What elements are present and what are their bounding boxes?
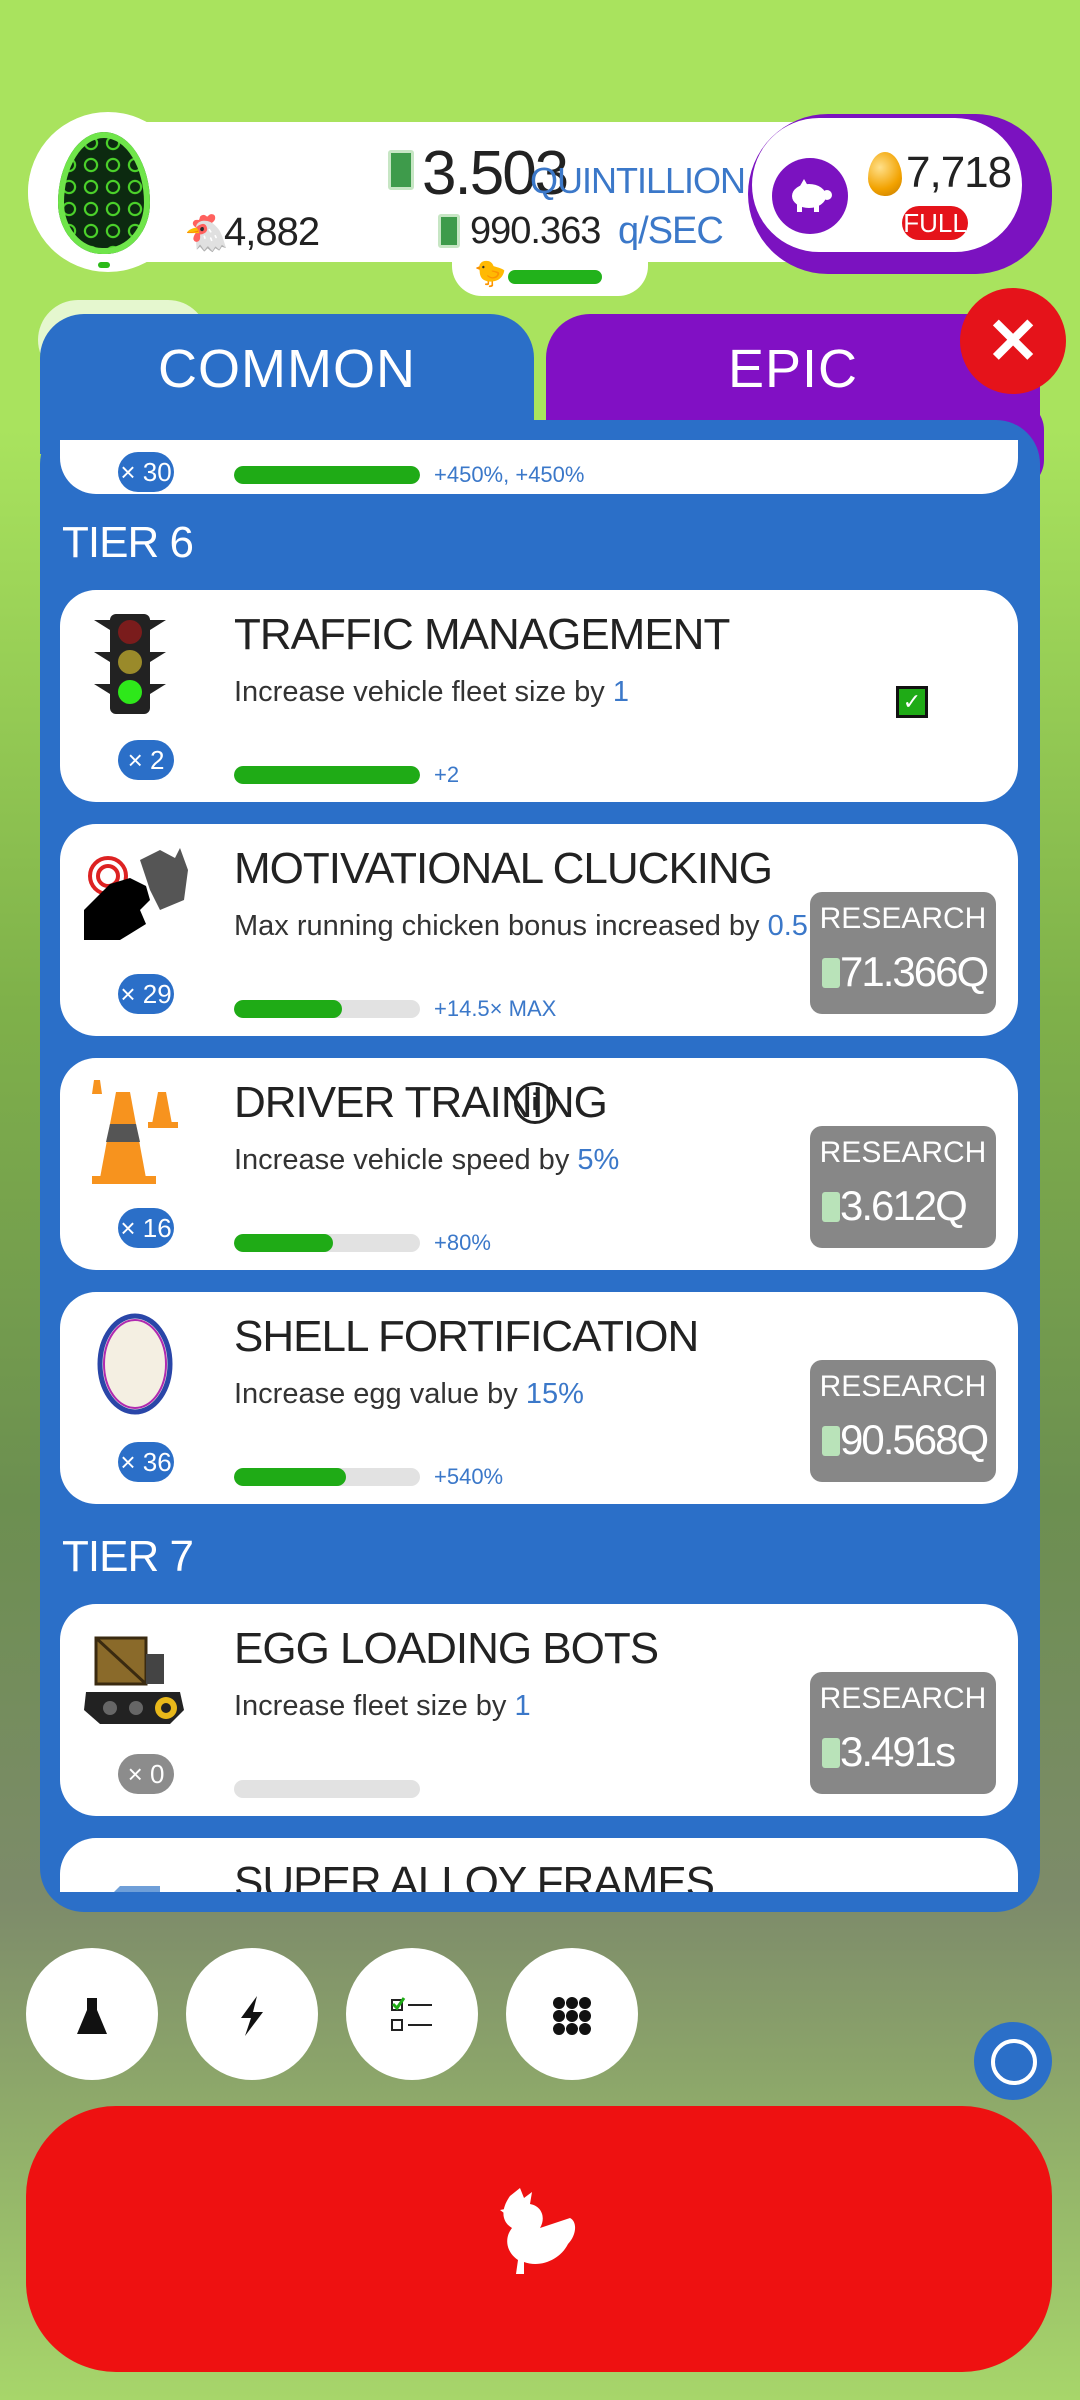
- research-effect-note: +80%: [434, 1230, 491, 1255]
- money-icon: [822, 1738, 840, 1768]
- research-progress-bar: [234, 766, 420, 784]
- small-chicken-icon: 🐤: [474, 258, 507, 288]
- research-button-label: RESEARCH: [819, 1370, 987, 1403]
- research-description: Max running chicken bonus increased by 0…: [234, 910, 825, 942]
- tab-common[interactable]: COMMON: [40, 314, 534, 454]
- research-card-traffic-management: × 2 TRAFFIC MANAGEMENT Increase vehicle …: [60, 590, 1018, 802]
- research-level: × 30: [118, 452, 174, 492]
- hab-capacity-bar: [508, 270, 602, 284]
- money-icon: [388, 150, 414, 190]
- research-card-egg-loading-bots: × 0 EGG LOADING BOTS Increase fleet size…: [60, 1604, 1018, 1816]
- research-button-label: RESEARCH: [819, 1136, 987, 1169]
- research-card-shell-fortification: × 36 SHELL FORTIFICATION Increase egg va…: [60, 1292, 1018, 1504]
- research-level: × 29: [118, 974, 174, 1014]
- golden-egg-icon: [868, 152, 902, 196]
- research-level: × 36: [118, 1442, 174, 1482]
- research-button-label: RESEARCH: [819, 902, 987, 935]
- research-progress-bar: [234, 1468, 420, 1486]
- research-nav-button[interactable]: [26, 1948, 158, 2080]
- research-effect-note: +540%: [434, 1464, 504, 1489]
- research-effect-note: +14.5× MAX: [434, 996, 557, 1021]
- research-card-driver-training: × 16 DRIVER TRAINING i Increase vehicle …: [60, 1058, 1018, 1270]
- research-cost: 3.491s: [840, 1728, 956, 1775]
- traffic-light-icon: [80, 604, 190, 724]
- research-cost: 71.366Q: [840, 948, 989, 995]
- ring-icon: [991, 2039, 1037, 2085]
- research-button[interactable]: RESEARCH 3.491s: [810, 1672, 996, 1794]
- money-icon: [822, 1426, 840, 1456]
- piggy-full-badge: FULL: [902, 206, 968, 240]
- research-title: SUPER ALLOY FRAMES: [234, 1858, 715, 1892]
- research-progress-bar: [234, 1000, 420, 1018]
- boost-nav-button[interactable]: [186, 1948, 318, 2080]
- research-title: MOTIVATIONAL CLUCKING: [234, 844, 773, 893]
- research-progress-bar: [234, 1780, 420, 1798]
- research-button[interactable]: RESEARCH 90.568Q: [810, 1360, 996, 1482]
- income-unit: q/SEC: [618, 210, 724, 252]
- research-title: EGG LOADING BOTS: [234, 1624, 659, 1673]
- egg-icon: [80, 1306, 190, 1426]
- research-button[interactable]: RESEARCH 71.366Q: [810, 892, 996, 1014]
- research-button[interactable]: RESEARCH 3.612Q: [810, 1126, 996, 1248]
- chicken-count: 4,882: [224, 210, 320, 254]
- research-progress-bar: [234, 466, 420, 484]
- research-cost: 3.612Q: [840, 1182, 968, 1229]
- menu-nav-button[interactable]: [506, 1948, 638, 2080]
- research-list[interactable]: × 30 +450%, +450% TIER 6 × 2 TRAFFIC MAN…: [60, 440, 1020, 1892]
- research-level: × 2: [118, 740, 174, 780]
- tier-heading: TIER 6: [62, 518, 194, 567]
- checklist-icon: [390, 1992, 434, 2036]
- money-icon: [822, 958, 840, 988]
- research-description: Increase vehicle fleet size by 1: [234, 676, 629, 708]
- grid-icon: [552, 1992, 592, 2036]
- research-effect-note: +2: [434, 762, 460, 787]
- traffic-cones-icon: [80, 1072, 190, 1192]
- research-cost: 90.568Q: [840, 1416, 989, 1463]
- money-icon: [822, 1192, 840, 1222]
- income-rate: 990.363: [470, 210, 601, 252]
- piggy-bank-icon[interactable]: [772, 158, 848, 234]
- golden-egg-count: 7,718: [906, 148, 1012, 197]
- frame-icon: [80, 1876, 190, 1892]
- loading-bot-icon: [80, 1620, 190, 1740]
- completed-check-icon: ✓: [896, 686, 928, 718]
- research-card-partial: × 30 +450%, +450%: [60, 440, 1018, 494]
- research-title: TRAFFIC MANAGEMENT: [234, 610, 730, 659]
- missions-nav-button[interactable]: [346, 1948, 478, 2080]
- chicken-icon: 🐔: [184, 212, 229, 253]
- research-card-super-alloy-frames: SUPER ALLOY FRAMES: [60, 1838, 1018, 1892]
- close-button[interactable]: ✕: [960, 288, 1066, 394]
- money-unit: QUINTILLION: [530, 160, 746, 201]
- clucking-chickens-icon: [80, 840, 190, 960]
- research-description: Increase egg value by 15%: [234, 1378, 584, 1410]
- tier-heading: TIER 7: [62, 1532, 194, 1581]
- research-progress-bar: [234, 1234, 420, 1252]
- flask-icon: [75, 1992, 109, 2036]
- egg-indicator: [98, 262, 110, 268]
- research-card-motivational-clucking: × 29 MOTIVATIONAL CLUCKING Max running c…: [60, 824, 1018, 1036]
- research-level: × 0: [118, 1754, 174, 1794]
- research-description: Increase fleet size by 1: [234, 1690, 531, 1722]
- research-effect-note: +450%, +450%: [434, 462, 585, 487]
- info-icon[interactable]: i: [514, 1082, 556, 1124]
- research-description: Increase vehicle speed by 5%: [234, 1144, 620, 1176]
- lightning-icon: [237, 1992, 267, 2037]
- chicken-icon: [490, 2188, 580, 2296]
- research-level: × 16: [118, 1208, 174, 1248]
- research-button-label: RESEARCH: [819, 1682, 987, 1715]
- research-title: SHELL FORTIFICATION: [234, 1312, 699, 1361]
- income-money-icon: [438, 214, 460, 248]
